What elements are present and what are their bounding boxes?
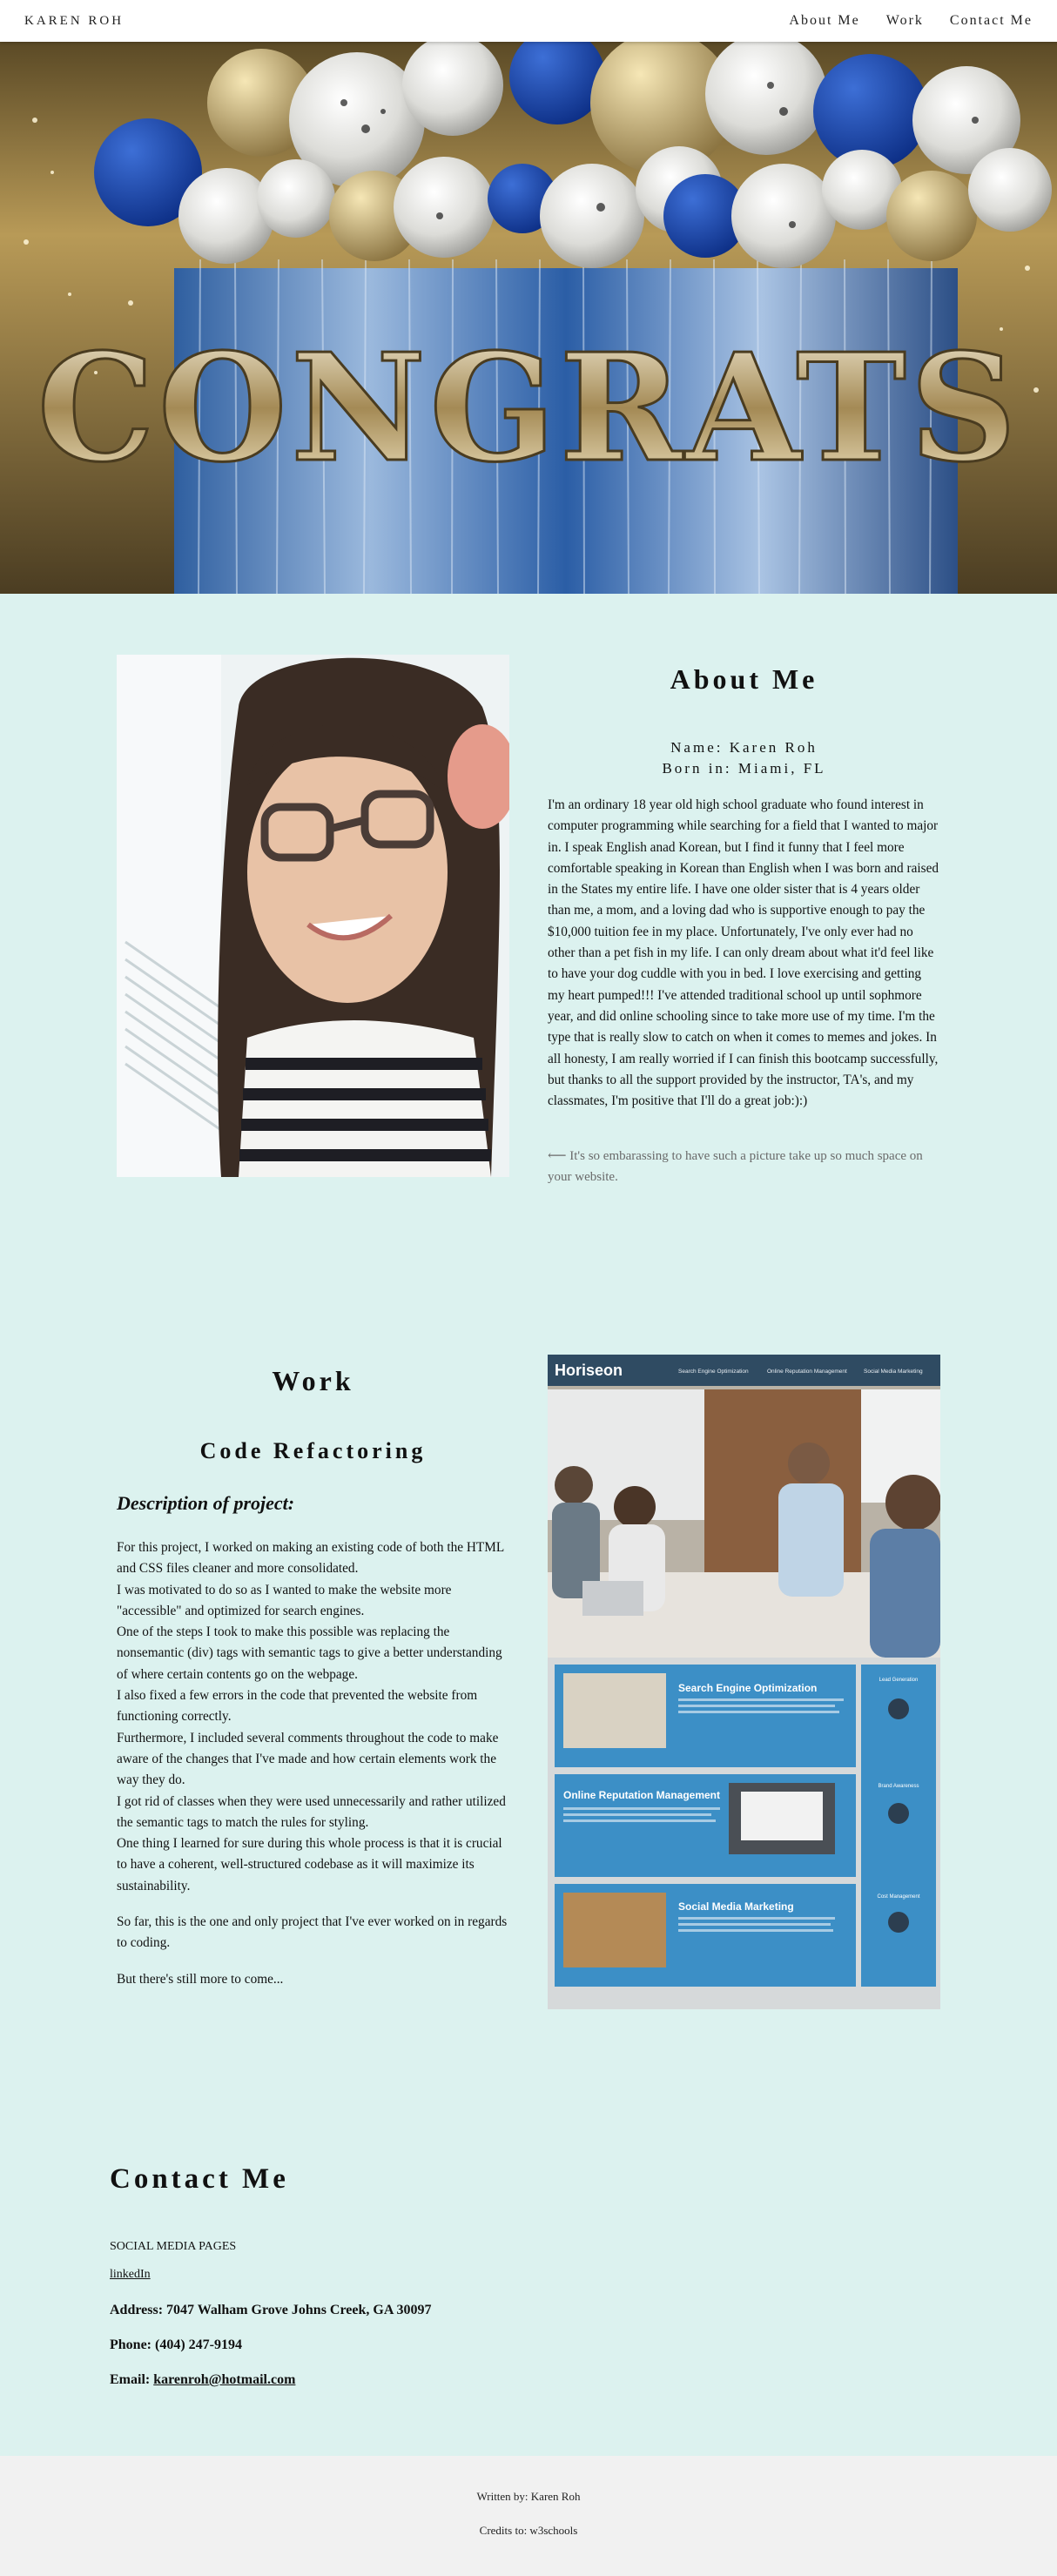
project-paragraph-3: But there's still more to come... bbox=[117, 1971, 284, 1987]
hero-banner-image: CONGRATS bbox=[0, 42, 1057, 594]
work-heading: Work bbox=[272, 1365, 354, 1396]
nav-links: About Me Work Contact Me bbox=[789, 13, 1033, 29]
phone-line: Phone: (404) 247-9194 bbox=[110, 2337, 242, 2352]
horiseon-nav-smm: Social Media Marketing bbox=[864, 1369, 923, 1375]
horiseon-nav-seo: Search Engine Optimization bbox=[678, 1369, 749, 1375]
about-note: ⟵ It's so embarassing to have such a pic… bbox=[548, 1149, 923, 1184]
horiseon-screenshot-illustration: Horiseon Search Engine Optimization Onli… bbox=[548, 1355, 940, 2009]
project-line: I also fixed a few errors in the code th… bbox=[117, 1688, 478, 1725]
about-paragraph: I'm an ordinary 18 year old high school … bbox=[548, 797, 939, 1109]
project-screenshot[interactable]: Horiseon Search Engine Optimization Onli… bbox=[548, 1355, 940, 2009]
project-line: I was motivated to do so as I wanted to … bbox=[117, 1582, 452, 1618]
about-meta: Name: Karen Roh Born in: Miami, FL bbox=[548, 737, 940, 779]
top-navbar: KAREN ROH About Me Work Contact Me bbox=[0, 0, 1057, 42]
project-line: One thing I learned for sure during this… bbox=[117, 1836, 502, 1893]
project-description: For this project, I worked on making an … bbox=[117, 1537, 509, 2005]
nav-link-contact[interactable]: Contact Me bbox=[950, 13, 1033, 29]
project-line: Furthermore, I included several comments… bbox=[117, 1730, 499, 1788]
birthplace-line: Born in: Miami, FL bbox=[662, 760, 826, 777]
project-line: One of the steps I took to make this pos… bbox=[117, 1624, 502, 1682]
hero-congrats-text: CONGRATS bbox=[37, 321, 1020, 495]
about-heading: About Me bbox=[670, 663, 818, 695]
horiseon-side-lead: Lead Generation bbox=[879, 1678, 919, 1683]
nav-link-work[interactable]: Work bbox=[886, 13, 924, 29]
project-paragraph-2: So far, this is the one and only project… bbox=[117, 1914, 508, 1951]
project-line: I got rid of classes when they were used… bbox=[117, 1793, 506, 1830]
email-link[interactable]: karenroh@hotmail.com bbox=[153, 2372, 295, 2387]
horiseon-card-orm: Online Reputation Management bbox=[563, 1789, 720, 1801]
horiseon-card-smm: Social Media Marketing bbox=[678, 1900, 794, 1913]
horiseon-logo: Horiseon bbox=[555, 1362, 623, 1379]
address-line: Address: 7047 Walham Grove Johns Creek, … bbox=[110, 2303, 432, 2317]
horiseon-side-brand: Brand Awareness bbox=[879, 1784, 919, 1789]
project-paragraph-1: For this project, I worked on making an … bbox=[117, 1537, 509, 1897]
contact-heading: Contact Me bbox=[110, 2163, 289, 2195]
project-description-heading: Description of project: bbox=[117, 1492, 295, 1514]
name-line: Name: Karen Roh bbox=[670, 739, 818, 756]
project-line: For this project, I worked on making an … bbox=[117, 1540, 504, 1577]
horiseon-side-cost: Cost Management bbox=[877, 1894, 919, 1900]
horiseon-nav-orm: Online Reputation Management bbox=[767, 1369, 847, 1375]
site-brand[interactable]: KAREN ROH bbox=[24, 14, 124, 29]
social-media-label: SOCIAL MEDIA PAGES bbox=[110, 2240, 237, 2253]
horiseon-card-seo: Search Engine Optimization bbox=[678, 1682, 817, 1694]
linkedin-link[interactable]: linkedIn bbox=[110, 2268, 151, 2282]
project-title: Code Refactoring bbox=[199, 1438, 427, 1463]
nav-link-about[interactable]: About Me bbox=[789, 13, 859, 29]
footer-author: Written by: Karen Roh bbox=[476, 2490, 581, 2503]
email-line: Email: karenroh@hotmail.com bbox=[110, 2372, 295, 2388]
profile-photo bbox=[117, 655, 509, 1177]
footer-credits: Credits to: w3schools bbox=[479, 2524, 578, 2537]
page-footer: Written by: Karen Roh Credits to: w3scho… bbox=[0, 2456, 1057, 2576]
email-label: Email: bbox=[110, 2372, 154, 2387]
congrats-balloons-illustration: CONGRATS bbox=[0, 42, 1057, 594]
